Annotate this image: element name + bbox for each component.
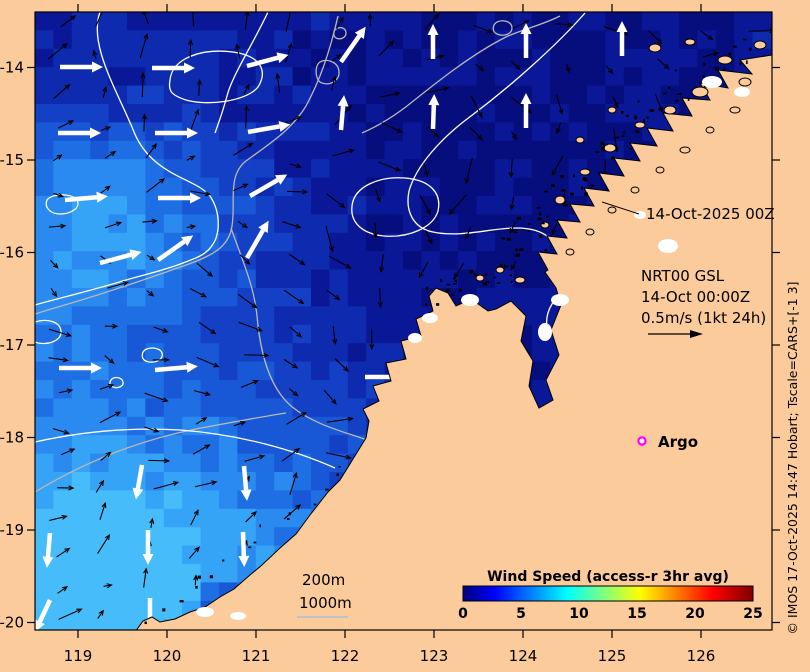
colorbar-gradient-bar: [462, 585, 754, 602]
svg-text:20: 20: [685, 606, 705, 622]
svg-text:-16: -16: [0, 244, 24, 262]
svg-text:120: 120: [153, 647, 182, 665]
svg-text:-17: -17: [0, 336, 24, 354]
date-label: 14-Oct-2025 00Z: [646, 205, 775, 223]
svg-text:15: 15: [627, 606, 646, 622]
svg-text:-19: -19: [0, 521, 24, 539]
scale-label: 0.5m/s (1kt 24h): [641, 309, 766, 327]
depth-1000m-label: 1000m: [299, 594, 352, 612]
svg-text:124: 124: [509, 647, 538, 665]
svg-text:126: 126: [687, 647, 716, 665]
depth-200m-label: 200m: [302, 571, 345, 589]
svg-text:-18: -18: [0, 429, 24, 447]
svg-text:122: 122: [331, 647, 360, 665]
argo-label: Argo: [658, 433, 698, 451]
svg-text:-20: -20: [0, 614, 24, 632]
ocean-forecast-map-figure: 119 120 121 122 123 124 125 126 -14 -15 -16 -17 -18 -…: [0, 0, 810, 672]
svg-text:125: 125: [598, 647, 627, 665]
svg-text:5: 5: [516, 606, 526, 622]
svg-text:121: 121: [242, 647, 271, 665]
svg-text:123: 123: [420, 647, 449, 665]
svg-text:119: 119: [64, 647, 93, 665]
svg-text:0: 0: [458, 606, 468, 622]
svg-text:-14: -14: [0, 59, 24, 77]
model-date-label: 14-Oct 00:00Z: [641, 288, 750, 306]
svg-text:10: 10: [569, 606, 589, 622]
colorbar-title: Wind Speed (access-r 3hr avg): [487, 569, 729, 585]
svg-text:-15: -15: [0, 151, 24, 169]
model-label: NRT00 GSL: [641, 267, 725, 285]
copyright-vertical-text: © IMOS 17-Oct-2025 14:47 Hobart; Tscale=…: [785, 282, 800, 635]
map-canvas: 119 120 121 122 123 124 125 126 -14 -15 -16 -17 -18 -…: [0, 0, 810, 672]
svg-text:25: 25: [743, 606, 762, 622]
argo-float-marker: [637, 436, 647, 446]
